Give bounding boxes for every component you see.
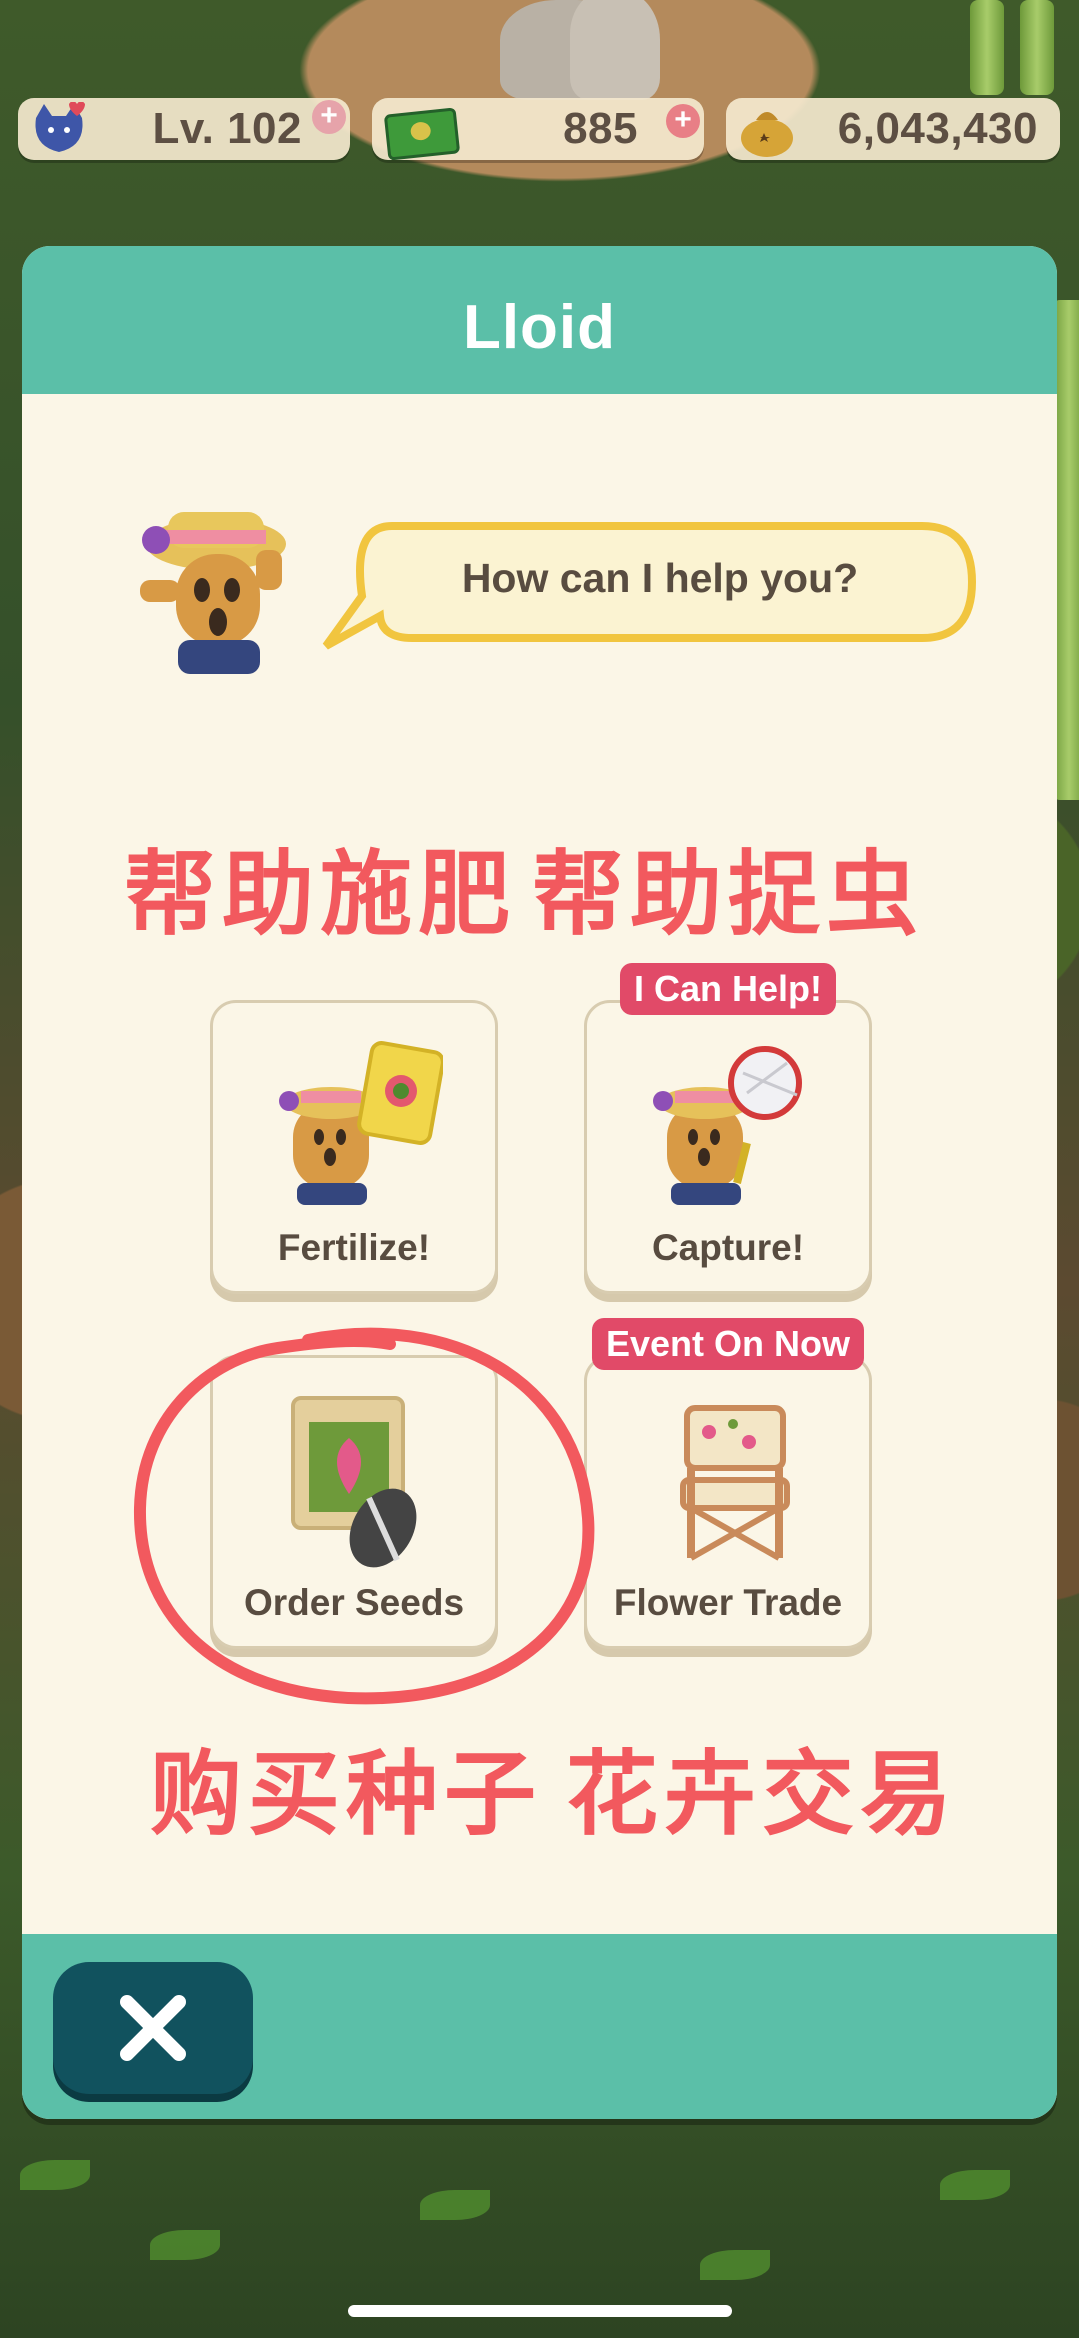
flower-trade-label: Flower Trade [613,1582,843,1623]
capture-label: Capture! [651,1227,805,1268]
leaf-tickets-value: 885 [563,104,638,153]
fertilize-label: Fertilize! [277,1227,431,1268]
level-label: Lv. 102 [152,104,302,153]
close-icon [120,1995,186,2061]
leaf [420,2190,490,2220]
home-indicator[interactable] [348,2305,732,2317]
bells-value: 6,043,430 [837,104,1038,153]
i-can-help-badge: I Can Help! [619,963,837,1015]
leaf-tickets-counter[interactable]: 885 + [372,98,704,161]
rock [570,0,660,100]
fertilize-button[interactable]: Fertilize! [210,1000,498,1294]
event-on-now-badge: Event On Now [591,1318,865,1370]
annotation-order-seeds: 购买种子 [150,1741,543,1848]
dialog-title: Lloid [462,293,617,362]
npc-speech-text: How can I help you? [461,555,859,601]
flower-trade-button[interactable]: Event On Now Flower Trade [584,1318,872,1649]
dialog-header: Lloid [22,246,1057,394]
leaf [700,2250,770,2280]
annotation-fertilize: 帮助施肥 [124,841,517,948]
capture-button[interactable]: I Can Help! Capture! [584,963,872,1294]
level-plus-icon[interactable]: + [312,100,346,134]
leaf-ticket-icon [383,107,461,161]
leaf [940,2170,1010,2200]
leaf [150,2230,220,2260]
bamboo [970,0,1004,95]
bamboo [1020,0,1054,95]
highlight-circle [133,1327,595,1705]
leaf [20,2160,90,2190]
add-tickets-icon[interactable]: + [666,104,700,138]
annotation-flower-trade: 花卉交易 [566,1741,959,1848]
close-button[interactable] [53,1962,253,2094]
annotation-capture: 帮助捉虫 [532,841,925,948]
gyroid-avatar [140,512,286,674]
cat-face-icon [35,102,85,152]
fertilizer-bag-icon [279,1041,443,1205]
bells-counter: 6,043,430 [726,98,1060,160]
bug-net-icon [653,1046,802,1205]
level-indicator[interactable]: Lv. 102 + [18,98,350,160]
flower-chair-icon [680,1405,790,1561]
bell-bag-icon [741,112,793,157]
